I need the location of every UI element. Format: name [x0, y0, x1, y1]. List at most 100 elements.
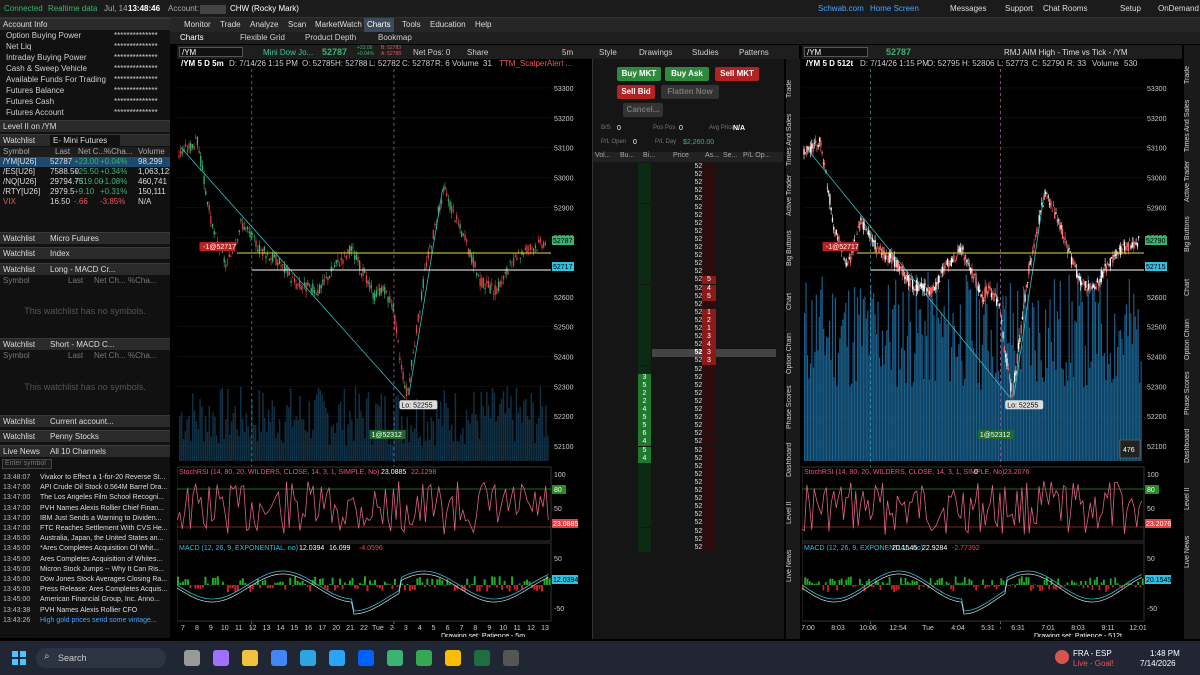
col-price[interactable]: Price: [673, 152, 689, 159]
chart1-symbol-input[interactable]: /YM: [179, 47, 243, 57]
ask-cell[interactable]: [702, 179, 716, 188]
side-tab[interactable]: Live News: [786, 542, 800, 590]
side-tab[interactable]: Phase Scores: [786, 383, 800, 431]
ask-cell[interactable]: [702, 260, 716, 269]
ladder-row[interactable]: 552783: [638, 381, 776, 390]
bid-cell[interactable]: [638, 211, 651, 220]
bid-cell[interactable]: [638, 333, 651, 342]
col-ask[interactable]: As...: [705, 152, 719, 159]
ondemand-link[interactable]: OnDemand: [1158, 4, 1199, 13]
subtab-bookmap[interactable]: Bookmap: [378, 33, 412, 42]
menu-tools[interactable]: Tools: [402, 20, 421, 29]
news-item[interactable]: 13:45:00 Micron Stock Jumps -- Why It Can…: [0, 565, 168, 574]
chrome-icon[interactable]: [271, 650, 287, 666]
watchlist-penny-header[interactable]: Watchlist Penny Stocks: [0, 430, 170, 442]
ask-cell[interactable]: [702, 503, 716, 512]
ask-cell[interactable]: [702, 470, 716, 479]
ladder-row[interactable]: 527912: [638, 316, 776, 325]
ask-cell[interactable]: 2: [702, 316, 716, 325]
col-volume[interactable]: Volume: [138, 147, 165, 157]
ask-cell[interactable]: [702, 487, 716, 495]
side-tab[interactable]: Trade: [786, 65, 800, 113]
bid-cell[interactable]: [638, 195, 651, 204]
ladder-row[interactable]: 52765: [638, 527, 776, 536]
ask-cell[interactable]: 4: [702, 341, 716, 350]
ladder-row[interactable]: 52763: [638, 543, 776, 552]
chart2-canvas[interactable]: 5330053200531005300052900528005270052600…: [802, 69, 1182, 637]
weather-subtitle[interactable]: Live - Goal!: [1073, 659, 1114, 668]
ladder-row[interactable]: 52806: [638, 195, 776, 204]
terminal-icon[interactable]: [503, 650, 519, 666]
sell-bid-button[interactable]: Sell Bid: [617, 85, 655, 99]
side-tab[interactable]: Chart: [1184, 263, 1198, 311]
side-tab[interactable]: Active Trader: [1184, 157, 1198, 205]
bid-cell[interactable]: 5: [638, 381, 651, 390]
ladder-row[interactable]: 52764: [638, 535, 776, 544]
taskbar-search[interactable]: ⌕ Search: [36, 648, 166, 668]
ask-cell[interactable]: [702, 268, 716, 277]
ladder-row[interactable]: 52803: [638, 219, 776, 228]
watchlist-select[interactable]: E- Mini Futures: [50, 135, 120, 146]
ladder-row[interactable]: 452776: [638, 438, 776, 447]
ask-cell[interactable]: [702, 543, 716, 552]
home-screen-link[interactable]: Home Screen: [870, 4, 919, 13]
ladder-row[interactable]: 452774: [638, 454, 776, 463]
ladder-row[interactable]: 52810: [638, 163, 776, 171]
buy-ask-button[interactable]: Buy Ask: [665, 67, 709, 81]
sell-mkt-button[interactable]: Sell MKT: [715, 67, 759, 81]
side-tab[interactable]: Big Buttons: [786, 224, 800, 272]
chart1-share-button[interactable]: Share: [467, 48, 488, 57]
ladder-row[interactable]: 527901: [638, 325, 776, 333]
bid-cell[interactable]: [638, 268, 651, 277]
messages-link[interactable]: Messages: [950, 4, 986, 13]
ladder-row[interactable]: 552779: [638, 414, 776, 423]
side-tab[interactable]: Big Buttons: [1184, 210, 1198, 258]
ladder-row[interactable]: 52770: [638, 487, 776, 495]
ask-cell[interactable]: [702, 381, 716, 390]
bid-cell[interactable]: [638, 244, 651, 252]
account-info-header[interactable]: Account Info: [0, 18, 170, 30]
ladder-row[interactable]: 52771: [638, 478, 776, 487]
ask-cell[interactable]: [702, 462, 716, 471]
watchlist-row[interactable]: /RTY[U26] 2979.5 +9.10 +0.31% 150,111: [0, 187, 170, 197]
menu-scan[interactable]: Scan: [288, 20, 306, 29]
col-symbol[interactable]: Symbol: [3, 147, 30, 157]
studies-button[interactable]: Studies: [692, 48, 719, 57]
menu-marketwatch[interactable]: MarketWatch: [315, 20, 362, 29]
watchlist-micro-header[interactable]: Watchlist Micro Futures: [0, 232, 170, 244]
side-tab[interactable]: Option Chain: [786, 330, 800, 378]
excel-icon[interactable]: [474, 650, 490, 666]
chrome2-icon[interactable]: [416, 650, 432, 666]
side-tab[interactable]: Dashboard: [786, 436, 800, 484]
ask-cell[interactable]: [702, 406, 716, 414]
ask-cell[interactable]: [702, 454, 716, 463]
ask-cell[interactable]: [702, 171, 716, 180]
watchlist-long-header[interactable]: Watchlist Long - MACD Cr...: [0, 263, 170, 275]
bid-cell[interactable]: [638, 462, 651, 471]
menu-analyze[interactable]: Analyze: [250, 20, 278, 29]
side-tab[interactable]: Level II: [786, 489, 800, 537]
cancel-button[interactable]: Cancel...: [623, 103, 663, 117]
ladder-row[interactable]: 52767: [638, 511, 776, 520]
bid-cell[interactable]: [638, 276, 651, 285]
ladder-row[interactable]: 52769: [638, 495, 776, 504]
ladder-row[interactable]: 52773: [638, 462, 776, 471]
watchlist-index-header[interactable]: Watchlist Index: [0, 247, 170, 259]
live-news-header[interactable]: Live News All 10 Channels: [0, 445, 170, 457]
side-tab[interactable]: Times And Sales: [1184, 100, 1198, 152]
patterns-button[interactable]: Patterns: [739, 48, 769, 57]
ladder-row[interactable]: 52800: [638, 244, 776, 252]
side-tab[interactable]: Live News: [1184, 528, 1198, 576]
chart2-symbol-input[interactable]: /YM: [804, 47, 868, 57]
bid-cell[interactable]: 3: [638, 373, 651, 382]
ladder-row[interactable]: 552775: [638, 446, 776, 455]
news-item[interactable]: 13:43:26 High gold prices send some vinta…: [0, 616, 168, 625]
ladder-row[interactable]: 52772: [638, 470, 776, 479]
news-item[interactable]: 13:45:00 Australia, Japan, the United Sta…: [0, 534, 168, 543]
task-view-icon[interactable]: [184, 650, 200, 666]
watchlist-row[interactable]: /YM[U26] 52787 +23.00 +0.04% 98,299: [0, 157, 170, 167]
ladder-row[interactable]: 52807: [638, 187, 776, 196]
ladder-row[interactable]: 527945: [638, 292, 776, 301]
ask-cell[interactable]: [702, 373, 716, 382]
ask-cell[interactable]: [702, 211, 716, 220]
